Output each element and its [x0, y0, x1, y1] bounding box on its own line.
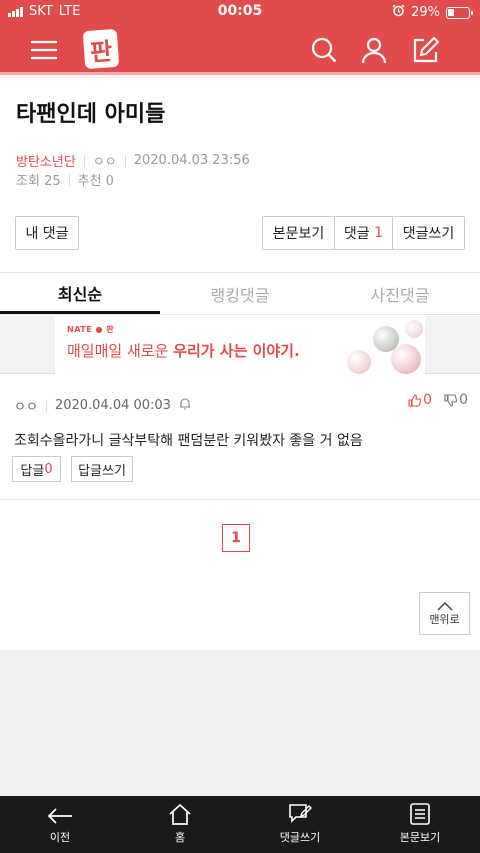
bell-icon[interactable] — [179, 397, 191, 414]
like-count: 0 — [423, 392, 433, 408]
comments-button[interactable]: 댓글 1 — [335, 217, 393, 249]
comment-reactions: 0 0 — [408, 392, 468, 408]
tabs-divider — [0, 314, 480, 315]
post-datetime: 2020.04.03 23:56 — [133, 153, 250, 168]
board-link[interactable]: 방탄소년단 — [16, 151, 76, 170]
comments-label: 댓글 — [343, 226, 370, 242]
ad-banner[interactable]: NATE ● 판 매일매일 새로운 우리가 사는 이야기. — [55, 316, 425, 374]
reply-button[interactable]: 답글 0 — [12, 456, 61, 482]
ad-banner-area: NATE ● 판 매일매일 새로운 우리가 사는 이야기. — [0, 316, 480, 374]
post-meta: 방탄소년단 ㅇㅇ 2020.04.03 23:56 — [16, 151, 250, 170]
bottom-nav-back[interactable]: 이전 — [0, 796, 120, 853]
comment-text: 조회수올라가니 글삭부탁해 팬덤분란 키워봤자 좋을 거 없음 — [14, 433, 363, 449]
dislike-count: 0 — [459, 392, 468, 408]
comments-count: 1 — [374, 225, 384, 241]
like-button[interactable]: 0 — [408, 392, 432, 408]
bottom-nav-view-post[interactable]: 본문보기 — [360, 796, 480, 853]
app-header: SKT LTE 00:05 29% 판 — [0, 0, 480, 75]
reply-label: 답글 — [20, 463, 45, 479]
comment-divider — [0, 499, 480, 500]
view-post-button[interactable]: 본문보기 — [263, 217, 335, 249]
section-divider — [0, 272, 480, 273]
comment-meta: ㅇㅇ 2020.04.04 00:03 — [14, 396, 191, 415]
thumbs-up-icon — [408, 393, 422, 407]
pearl-decoration — [405, 320, 423, 338]
tab-photo[interactable]: 사진댓글 — [320, 274, 480, 314]
user-icon[interactable] — [358, 34, 390, 66]
pearl-decoration — [347, 350, 371, 374]
comment-author: ㅇㅇ — [14, 400, 38, 415]
status-bar: SKT LTE 00:05 29% — [0, 0, 480, 24]
status-right: 29% — [392, 4, 473, 21]
bottom-nav-back-label: 이전 — [49, 831, 71, 844]
bottom-nav-home[interactable]: 홈 — [120, 796, 240, 853]
my-comments-button[interactable]: 내 댓글 — [15, 216, 79, 250]
reply-count: 0 — [44, 461, 53, 477]
ad-text-bold: 우리가 사는 이야기. — [173, 342, 300, 360]
recommend-stat: 추천 0 — [78, 170, 114, 189]
tab-ranking[interactable]: 랭킹댓글 — [160, 274, 320, 314]
post-author: ㅇㅇ — [92, 155, 117, 170]
dislike-button[interactable]: 0 — [444, 392, 468, 408]
pearl-decoration — [391, 344, 421, 374]
ad-text: 매일매일 새로운 우리가 사는 이야기. — [67, 340, 300, 361]
chevron-up-icon — [436, 601, 453, 611]
home-icon — [169, 803, 191, 825]
page-number-current[interactable]: 1 — [222, 524, 250, 552]
views-label: 조회 — [16, 174, 40, 189]
write-comment-button[interactable]: 댓글쓰기 — [393, 217, 464, 249]
ad-brand: NATE ● 판 — [67, 325, 115, 334]
nav-bar: 판 — [0, 26, 480, 72]
battery-icon — [446, 6, 473, 19]
thumbs-down-icon — [444, 393, 458, 407]
scroll-to-top-button[interactable]: 맨위로 — [419, 592, 470, 635]
divider — [45, 399, 47, 412]
comment-datetime: 2020.04.04 00:03 — [54, 398, 171, 413]
post-stats: 조회 25 추천 0 — [16, 170, 114, 189]
tab-latest[interactable]: 최신순 — [0, 274, 160, 314]
bottom-nav-home-label: 홈 — [174, 831, 186, 844]
back-arrow-icon — [47, 808, 72, 824]
pann-logo[interactable]: 판 — [82, 28, 120, 70]
post-action-group: 본문보기 댓글 1 댓글쓰기 — [262, 216, 465, 250]
divider — [68, 173, 70, 186]
document-icon — [410, 803, 430, 825]
views-stat: 조회 25 — [16, 170, 61, 189]
views-count: 25 — [44, 174, 61, 189]
post-title: 타팬인데 아미들 — [16, 102, 166, 127]
post-content: 타팬인데 아미들 방탄소년단 ㅇㅇ 2020.04.03 23:56 조회 25… — [0, 78, 480, 650]
battery-percent: 29% — [411, 5, 440, 20]
bottom-nav: 이전 홈 댓글쓰기 본문보기 — [0, 796, 480, 853]
divider — [124, 154, 126, 167]
divider — [83, 154, 85, 167]
alarm-icon — [392, 4, 405, 21]
recommend-label: 추천 — [77, 174, 102, 189]
comment-sort-tabs: 최신순 랭킹댓글 사진댓글 — [0, 274, 480, 314]
comment-write-icon — [289, 804, 312, 823]
bottom-nav-write-comment[interactable]: 댓글쓰기 — [240, 796, 360, 853]
write-icon[interactable] — [410, 34, 442, 66]
to-top-label: 맨위로 — [429, 612, 460, 626]
recommend-count: 0 — [105, 174, 114, 189]
search-icon[interactable] — [308, 34, 340, 66]
write-reply-button[interactable]: 답글쓰기 — [71, 456, 133, 482]
bottom-nav-write-comment-label: 댓글쓰기 — [279, 831, 321, 844]
menu-icon[interactable] — [28, 34, 60, 66]
bottom-nav-view-post-label: 본문보기 — [399, 831, 441, 844]
ad-text-plain: 매일매일 새로운 — [67, 342, 174, 360]
